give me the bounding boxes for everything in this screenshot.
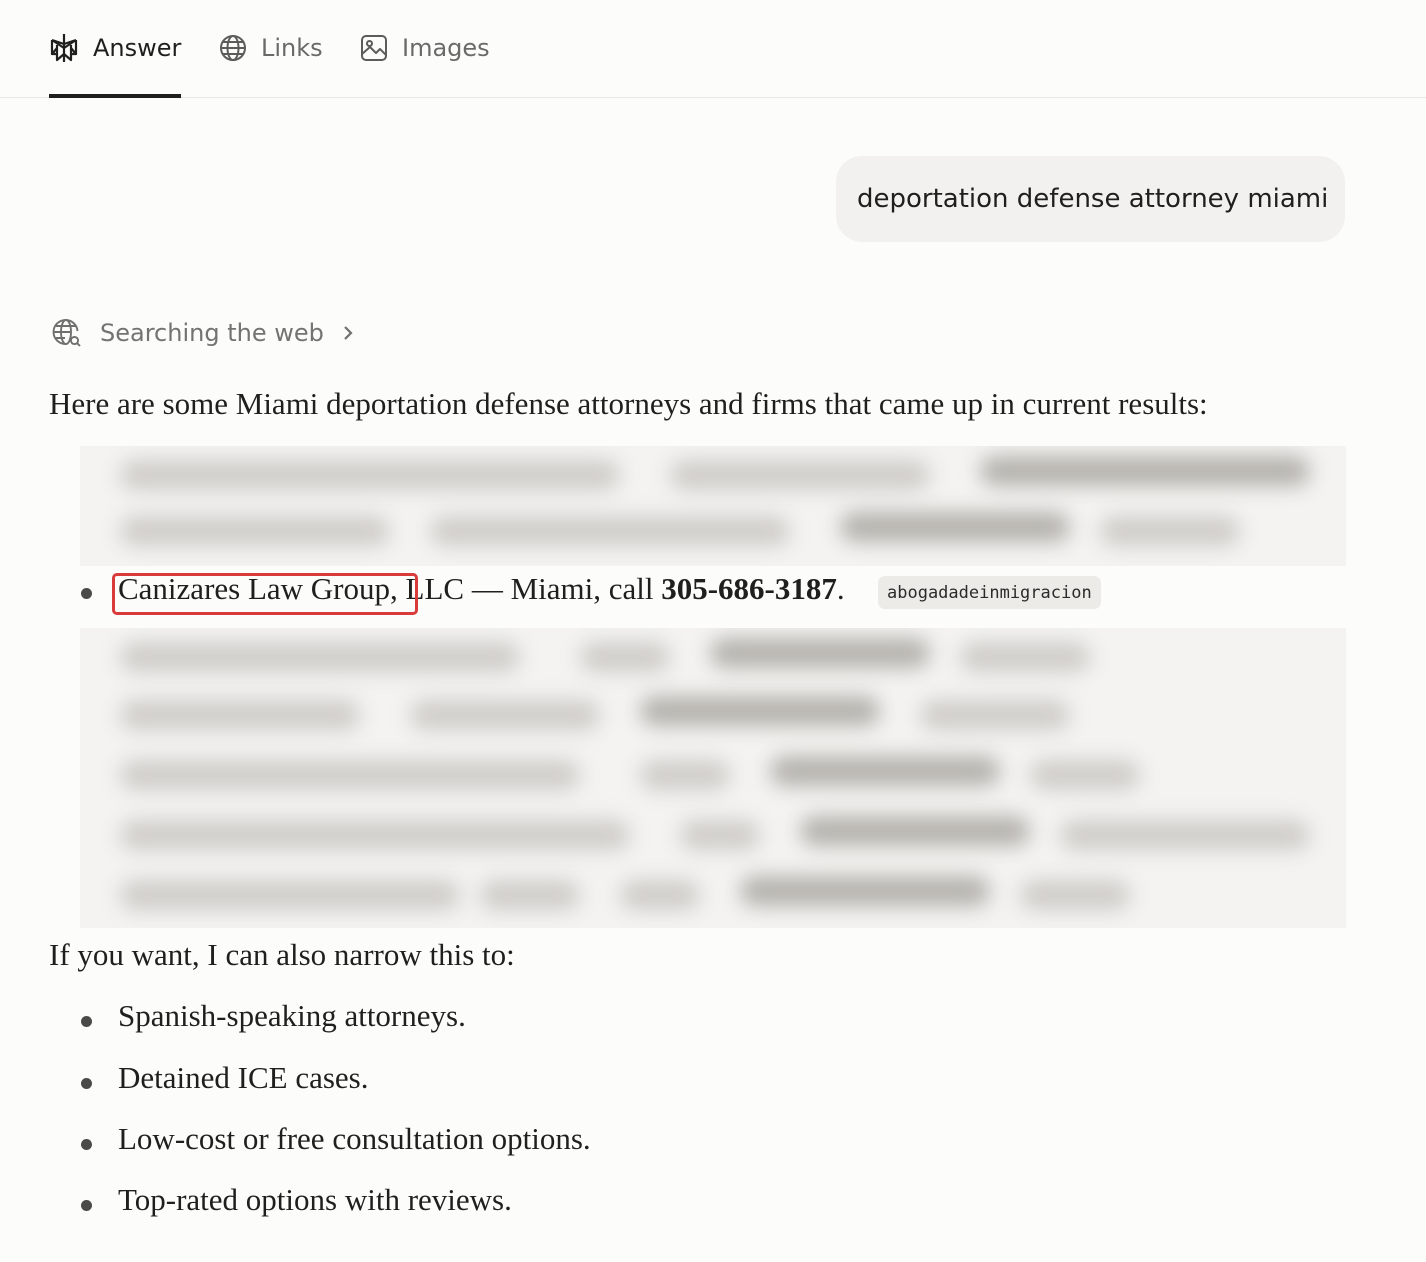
redacted-line [480,880,580,910]
answer-intro: Here are some Miami deportation defense … [49,386,1208,421]
redacted-line [1060,820,1310,850]
chevron-right-icon [344,326,353,340]
list-bullet [81,1016,92,1027]
globe-search-icon [52,319,81,347]
redacted-line [120,760,580,790]
perplexity-logo-icon [50,34,78,62]
list-bullet [81,1200,92,1211]
redacted-line [980,456,1310,486]
user-query-text: deportation defense attorney miami [857,184,1329,214]
phone-number[interactable]: 305-686-3187 [661,571,837,606]
globe-icon [220,35,246,61]
tab-links[interactable]: Links [219,30,323,66]
redacted-line [670,460,930,490]
redacted-line [620,880,700,910]
redacted-line [430,516,790,546]
firm-details: LLC — Miami, call [397,571,662,606]
followup-intro: If you want, I can also narrow this to: [49,937,515,972]
searching-the-web-toggle[interactable]: Searching the web [52,316,354,350]
redacted-line [580,642,670,672]
highlight-annotation-box [112,573,418,615]
followup-item: Spanish-speaking attorneys. [118,998,466,1033]
redacted-line [710,638,930,668]
redacted-line [1030,760,1140,790]
image-icon [361,35,387,61]
tab-links-label: Links [261,34,323,62]
redacted-line [800,816,1030,846]
redacted-line [740,876,990,906]
followup-item: Low-cost or free consultation options. [118,1121,591,1156]
redacted-line [840,512,1070,542]
redacted-line [770,756,1000,786]
redacted-line [120,880,460,910]
redacted-line [640,760,730,790]
sentence-period: . [836,571,845,606]
redacted-line [410,700,600,730]
redacted-line [120,700,360,730]
tab-images-label: Images [402,34,490,62]
tab-bar: Answer Links Images [0,0,1426,98]
redacted-line [640,696,880,726]
active-tab-indicator [49,94,181,98]
citation-label: abogadadeinmigracion [887,582,1092,603]
citation-chip[interactable]: abogadadeinmigracion [878,576,1101,609]
redacted-line [960,642,1090,672]
tab-answer[interactable]: Answer [49,30,181,66]
redacted-line [1100,516,1240,546]
redacted-line [680,820,760,850]
list-bullet [81,1139,92,1150]
list-bullet [81,1078,92,1089]
redacted-line [120,820,630,850]
redacted-line [1020,880,1130,910]
redacted-line [920,700,1070,730]
tab-answer-label: Answer [93,34,182,62]
followup-item: Detained ICE cases. [118,1060,369,1095]
redacted-line [120,516,390,546]
searching-label: Searching the web [100,319,324,347]
redacted-results-top [80,446,1346,566]
list-bullet [81,588,92,599]
redacted-results-bottom [80,628,1346,928]
user-query-bubble: deportation defense attorney miami [836,156,1345,242]
tab-images[interactable]: Images [360,30,490,66]
redacted-line [120,642,520,672]
redacted-line [120,460,620,490]
followup-item: Top-rated options with reviews. [118,1182,512,1217]
